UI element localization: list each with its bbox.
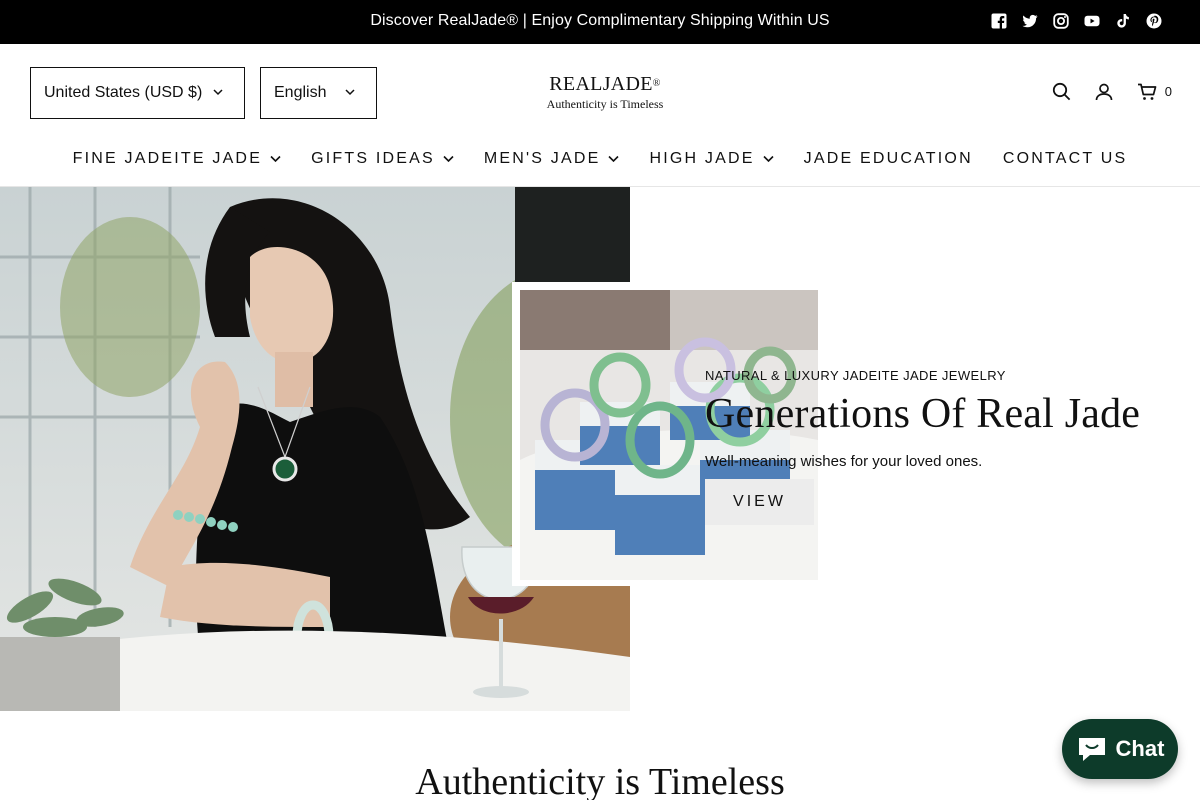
nav-item-label: JADE EDUCATION — [803, 150, 973, 167]
cart-count: 0 — [1164, 84, 1172, 99]
chevron-down-icon — [213, 89, 223, 96]
hero-subtitle: NATURAL & LUXURY JADEITE JADE JEWELRY — [705, 368, 1006, 383]
nav-item-label: HIGH JADE — [649, 150, 755, 167]
currency-value: United States (USD $) — [44, 84, 203, 101]
site-logo[interactable]: REALJADE® Authenticity is Timeless — [546, 72, 664, 111]
logo-wordmark: REALJADE — [549, 73, 653, 95]
language-select[interactable]: English — [260, 67, 377, 119]
currency-select[interactable]: United States (USD $) — [30, 67, 245, 119]
account-icon[interactable] — [1095, 83, 1113, 101]
hero-banner: NATURAL & LUXURY JADEITE JADE JEWELRY Ge… — [0, 187, 1200, 711]
view-button[interactable]: VIEW — [705, 479, 814, 525]
logo-registered-mark: ® — [652, 78, 661, 89]
nav-item-fine-jadeite-jade[interactable]: FINE JADEITE JADE — [58, 150, 296, 168]
cart-icon — [1137, 83, 1157, 100]
nav-item-gifts-ideas[interactable]: GIFTS IDEAS — [296, 150, 469, 168]
section-title: Authenticity is Timeless — [415, 761, 785, 800]
header-actions: 0 — [1052, 82, 1172, 101]
cart-button[interactable]: 0 — [1137, 83, 1172, 101]
nav-item-mens-jade[interactable]: MEN'S JADE — [469, 150, 635, 168]
nav-item-contact-us[interactable]: CONTACT US — [988, 150, 1143, 168]
chevron-down-icon — [345, 89, 355, 96]
nav-item-label: GIFTS IDEAS — [311, 150, 435, 167]
pinterest-icon[interactable] — [1146, 13, 1162, 29]
twitter-icon[interactable] — [1022, 13, 1038, 29]
youtube-icon[interactable] — [1084, 13, 1100, 29]
hero-description: Well-meaning wishes for your loved ones. — [705, 453, 983, 470]
chat-button[interactable]: Chat — [1062, 719, 1178, 779]
chevron-down-icon — [608, 155, 620, 163]
nav-item-label: MEN'S JADE — [483, 150, 601, 167]
chat-bubble-icon — [1078, 738, 1105, 761]
nav-item-label: CONTACT US — [1002, 150, 1128, 167]
tiktok-icon[interactable] — [1115, 13, 1131, 29]
nav-item-label: FINE JADEITE JADE — [72, 150, 263, 167]
facebook-icon[interactable] — [991, 13, 1007, 29]
language-value: English — [274, 84, 327, 101]
chat-label: Chat — [1115, 736, 1165, 761]
main-nav: FINE JADEITE JADE GIFTS IDEAS MEN'S JADE… — [0, 150, 1200, 168]
search-icon[interactable] — [1052, 82, 1071, 101]
hero-title: Generations Of Real Jade — [705, 391, 1141, 437]
chevron-down-icon — [763, 155, 774, 163]
announcement-bar: Discover RealJade® | Enjoy Complimentary… — [0, 0, 1200, 44]
instagram-icon[interactable] — [1053, 13, 1069, 29]
chevron-down-icon — [270, 155, 281, 163]
social-links — [991, 13, 1162, 29]
logo-tagline: Authenticity is Timeless — [546, 97, 664, 111]
chevron-down-icon — [443, 155, 454, 163]
nav-item-high-jade[interactable]: HIGH JADE — [634, 150, 788, 168]
nav-item-jade-education[interactable]: JADE EDUCATION — [789, 150, 988, 168]
